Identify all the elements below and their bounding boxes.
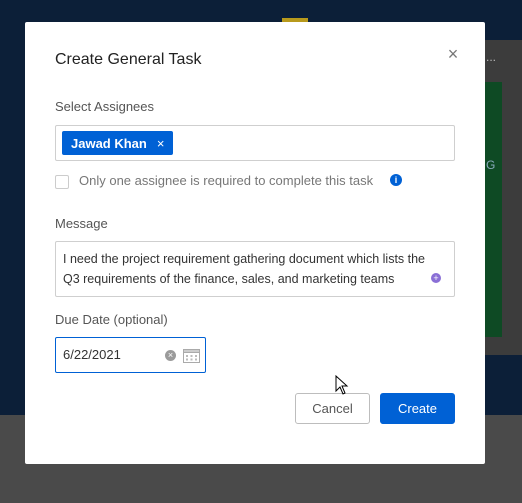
- close-icon[interactable]: ×: [443, 44, 463, 64]
- clear-date-icon[interactable]: ×: [165, 350, 176, 361]
- one-assignee-label: Only one assignee is required to complet…: [79, 173, 374, 188]
- assignee-pill: Jawad Khan ×: [62, 131, 174, 155]
- cancel-button[interactable]: Cancel: [295, 393, 370, 424]
- background-letter: G: [486, 158, 496, 172]
- remove-assignee-icon[interactable]: ×: [157, 136, 165, 151]
- expand-plus-icon: +: [431, 273, 441, 283]
- create-button[interactable]: Create: [380, 393, 455, 424]
- message-textarea[interactable]: I need the project requirement gathering…: [55, 241, 455, 297]
- calendar-icon[interactable]: [183, 348, 200, 363]
- due-date-input[interactable]: 6/22/2021 ×: [55, 337, 206, 373]
- create-task-dialog: Create General Task × Select Assignees J…: [25, 22, 485, 464]
- due-date-value: 6/22/2021: [63, 347, 121, 362]
- assignee-input[interactable]: Jawad Khan ×: [55, 125, 455, 161]
- one-assignee-checkbox[interactable]: [55, 175, 69, 189]
- background-green-panel: [485, 82, 502, 337]
- dialog-title: Create General Task: [55, 51, 202, 68]
- due-date-label: Due Date (optional): [55, 312, 168, 327]
- message-label: Message: [55, 216, 108, 231]
- assignee-name: Jawad Khan: [71, 135, 147, 151]
- background-more-dots: ...: [486, 50, 497, 64]
- info-icon[interactable]: i: [390, 174, 402, 186]
- assignees-label: Select Assignees: [55, 99, 155, 114]
- mouse-cursor-icon: [335, 375, 349, 395]
